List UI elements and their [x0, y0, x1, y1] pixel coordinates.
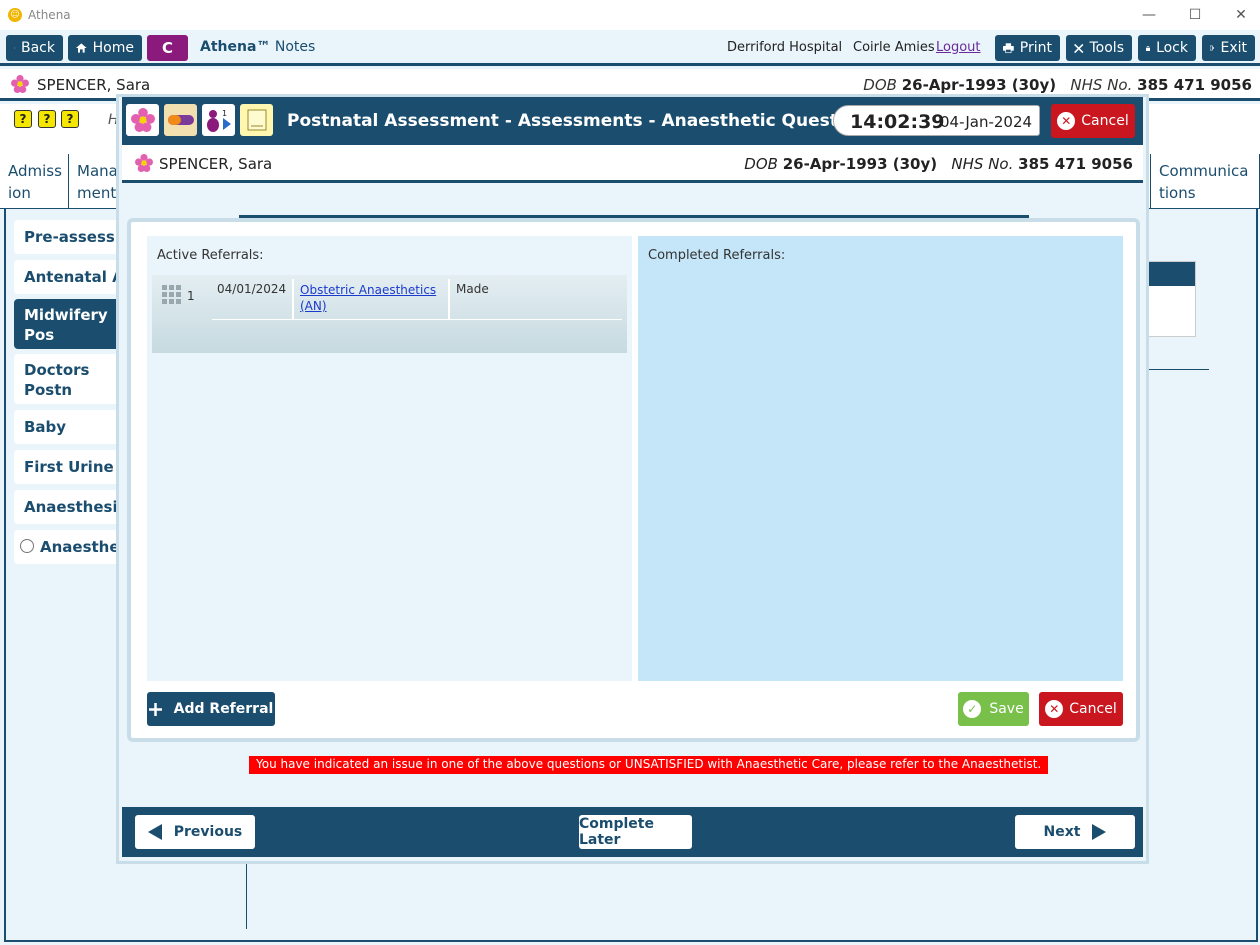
user-name: Coirle Amies: [853, 40, 935, 55]
patient-name: SPENCER, Sara: [37, 76, 151, 94]
completed-referrals-label: Completed Referrals:: [648, 248, 786, 263]
referral-number: 1: [187, 289, 195, 303]
add-referral-button[interactable]: Add Referral: [147, 692, 275, 726]
sidebar-item-anaesthesia[interactable]: Anaesthesia: [14, 530, 124, 564]
lock-icon: [1146, 45, 1151, 51]
arrow-left-icon: [147, 824, 162, 840]
referral-link[interactable]: Obstetric Anaesthetics (AN): [300, 282, 440, 314]
completed-referrals-section: Completed Referrals:: [638, 236, 1123, 681]
medication-icon[interactable]: [164, 104, 197, 136]
window-titlebar: ☺ Athena — ☐ ✕: [0, 0, 1260, 30]
help-icon[interactable]: ?: [38, 110, 56, 128]
drag-handle-icon[interactable]: [162, 285, 181, 304]
clock-time: 14:02:39: [850, 111, 945, 133]
save-button[interactable]: ✓ Save: [958, 692, 1029, 726]
minimize-button[interactable]: —: [1126, 0, 1172, 30]
tools-icon: [1074, 43, 1084, 53]
sidebar-item-midwifery-postnatal[interactable]: Midwifery Pos Assessments: [14, 299, 124, 349]
check-icon: ✓: [963, 700, 982, 718]
close-icon: ✕: [1057, 112, 1076, 130]
arrow-right-icon: [1092, 824, 1107, 840]
dialog-footer: Previous Complete Later Next: [122, 807, 1143, 857]
logout-link[interactable]: Logout: [936, 40, 981, 55]
home-icon: [76, 43, 87, 53]
patient-demographics: DOB 26-Apr-1993 (30y) NHS No. 385 471 90…: [744, 155, 1133, 173]
clock-date: 04-Jan-2024: [940, 113, 1033, 131]
close-icon: ✕: [1045, 700, 1064, 718]
print-button[interactable]: Print: [995, 35, 1060, 61]
patient-name: SPENCER, Sara: [159, 155, 273, 173]
cancel-dialog-button[interactable]: ✕ Cancel: [1051, 104, 1135, 138]
help-list-icon[interactable]: ?: [14, 110, 32, 128]
close-window-button[interactable]: ✕: [1218, 0, 1260, 30]
anaesthetist-warning: You have indicated an issue in one of th…: [249, 756, 1049, 774]
dialog-header: 1 Postnatal Assessment - Assessments - A…: [122, 97, 1143, 145]
printer-icon: [1003, 43, 1014, 54]
exit-button[interactable]: Exit: [1202, 35, 1255, 61]
svg-text:1: 1: [222, 109, 227, 118]
athena-logo-icon: ☺: [8, 8, 22, 22]
c-button[interactable]: C: [147, 35, 188, 61]
main-toolbar: Back Home C Athena™ Notes Derriford Hosp…: [0, 30, 1260, 66]
referral-date: 04/01/2024: [217, 282, 287, 296]
lock-button[interactable]: Lock: [1138, 35, 1196, 61]
home-button[interactable]: Home: [68, 35, 142, 61]
radio-icon: [20, 539, 34, 553]
back-button[interactable]: Back: [6, 35, 63, 61]
active-referrals-section: Active Referrals: 1 04/01/2024 Obstetric…: [147, 236, 632, 681]
tools-button[interactable]: Tools: [1066, 35, 1132, 61]
clock-display: 14:02:39 04-Jan-2024: [833, 105, 1040, 136]
help-icon[interactable]: ?: [61, 110, 79, 128]
flower-icon: [11, 75, 29, 93]
next-button[interactable]: Next: [1015, 815, 1135, 849]
active-referrals-label: Active Referrals:: [157, 248, 264, 263]
flower-icon: [135, 154, 153, 172]
referrals-panel: Active Referrals: 1 04/01/2024 Obstetric…: [127, 218, 1140, 742]
tab-communications[interactable]: Communica tions: [1150, 154, 1260, 209]
flower-icon[interactable]: [126, 104, 159, 136]
referral-status: Made: [456, 282, 489, 296]
sidebar-item-doctors-postnatal[interactable]: Doctors Postn Assessments: [14, 354, 124, 404]
window-title: Athena: [28, 8, 71, 22]
previous-button[interactable]: Previous: [135, 815, 255, 849]
hospital-name: Derriford Hospital: [727, 40, 843, 55]
dialog-title: Postnatal Assessment - Assessments - Ana…: [287, 111, 878, 131]
sidebar-item-baby[interactable]: Baby: [14, 410, 124, 444]
anaesthetic-questions-dialog: 1 Postnatal Assessment - Assessments - A…: [116, 94, 1149, 864]
dialog-patient-banner: SPENCER, Sara DOB 26-Apr-1993 (30y) NHS …: [122, 145, 1143, 183]
sidebar-item-antenatal[interactable]: Antenatal Ass: [14, 260, 124, 294]
brand-title: Athena™ Notes: [200, 39, 316, 55]
patient-demographics: DOB 26-Apr-1993 (30y) NHS No. 385 471 90…: [863, 76, 1252, 94]
cancel-button[interactable]: ✕ Cancel: [1039, 692, 1123, 726]
maximize-button[interactable]: ☐: [1172, 0, 1218, 30]
complete-later-button[interactable]: Complete Later: [579, 815, 692, 849]
table-row[interactable]: 1 04/01/2024 Obstetric Anaesthetics (AN)…: [152, 275, 627, 353]
notes-icon[interactable]: [240, 104, 273, 136]
sidebar-item-anaesthesia-in[interactable]: Anaesthesia In: [14, 490, 124, 524]
exit-icon: [1210, 45, 1215, 51]
sidebar-item-pre-assessment[interactable]: Pre-assessmen: [14, 220, 124, 254]
tab-admission[interactable]: Admiss ion: [0, 154, 69, 209]
plus-icon: [148, 702, 162, 716]
baby-icon[interactable]: 1: [202, 104, 235, 136]
chevron-left-icon: [14, 47, 15, 49]
sidebar-item-first-urine[interactable]: First Urine Voi: [14, 450, 124, 484]
